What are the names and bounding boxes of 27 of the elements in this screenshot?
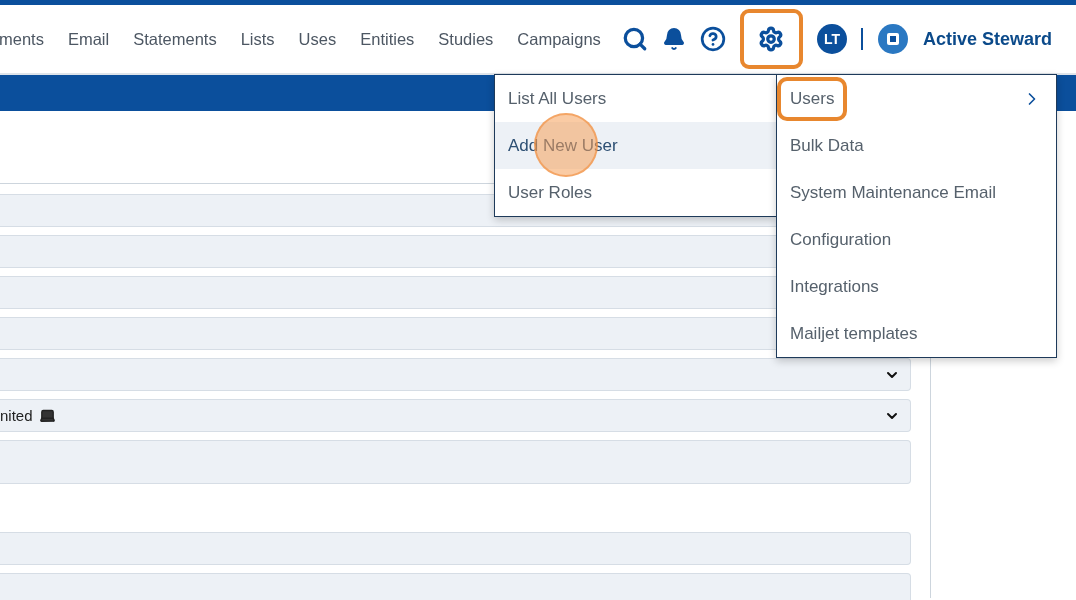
nav-link[interactable]: Campaigns [517, 29, 601, 49]
text-area[interactable] [0, 440, 911, 484]
nav-link[interactable]: Email [67, 29, 110, 49]
nav-link[interactable]: Lists [240, 29, 275, 49]
user-avatar[interactable]: LT [816, 24, 847, 54]
settings-icon[interactable] [739, 9, 803, 69]
bell-icon[interactable] [661, 27, 686, 51]
nav-link[interactable]: Statements [133, 29, 217, 49]
menu-item[interactable]: List All Users [495, 75, 776, 122]
menu-item[interactable]: Configuration [777, 216, 1056, 263]
help-icon[interactable] [699, 26, 726, 52]
select-field[interactable]: nited [0, 399, 911, 432]
select-field[interactable] [0, 358, 911, 391]
brand-name: Active Steward [922, 28, 1052, 50]
search-icon[interactable] [621, 26, 648, 52]
menu-item[interactable]: System Maintenance Email [777, 169, 1056, 216]
nav-link[interactable]: Uses [298, 29, 337, 49]
menu-item[interactable]: Mailjet templates [777, 310, 1056, 357]
input-field[interactable] [0, 532, 911, 565]
logo-icon [876, 23, 909, 55]
menu-item[interactable]: Integrations [777, 263, 1056, 310]
menu-item[interactable]: Users [777, 75, 1056, 122]
nav-link[interactable]: ments [0, 29, 44, 49]
menu-item[interactable]: Bulk Data [777, 122, 1056, 169]
menu-item[interactable]: User Roles [495, 169, 776, 216]
nav-link[interactable]: Studies [438, 29, 494, 49]
nav-link[interactable]: Entities [360, 29, 415, 49]
